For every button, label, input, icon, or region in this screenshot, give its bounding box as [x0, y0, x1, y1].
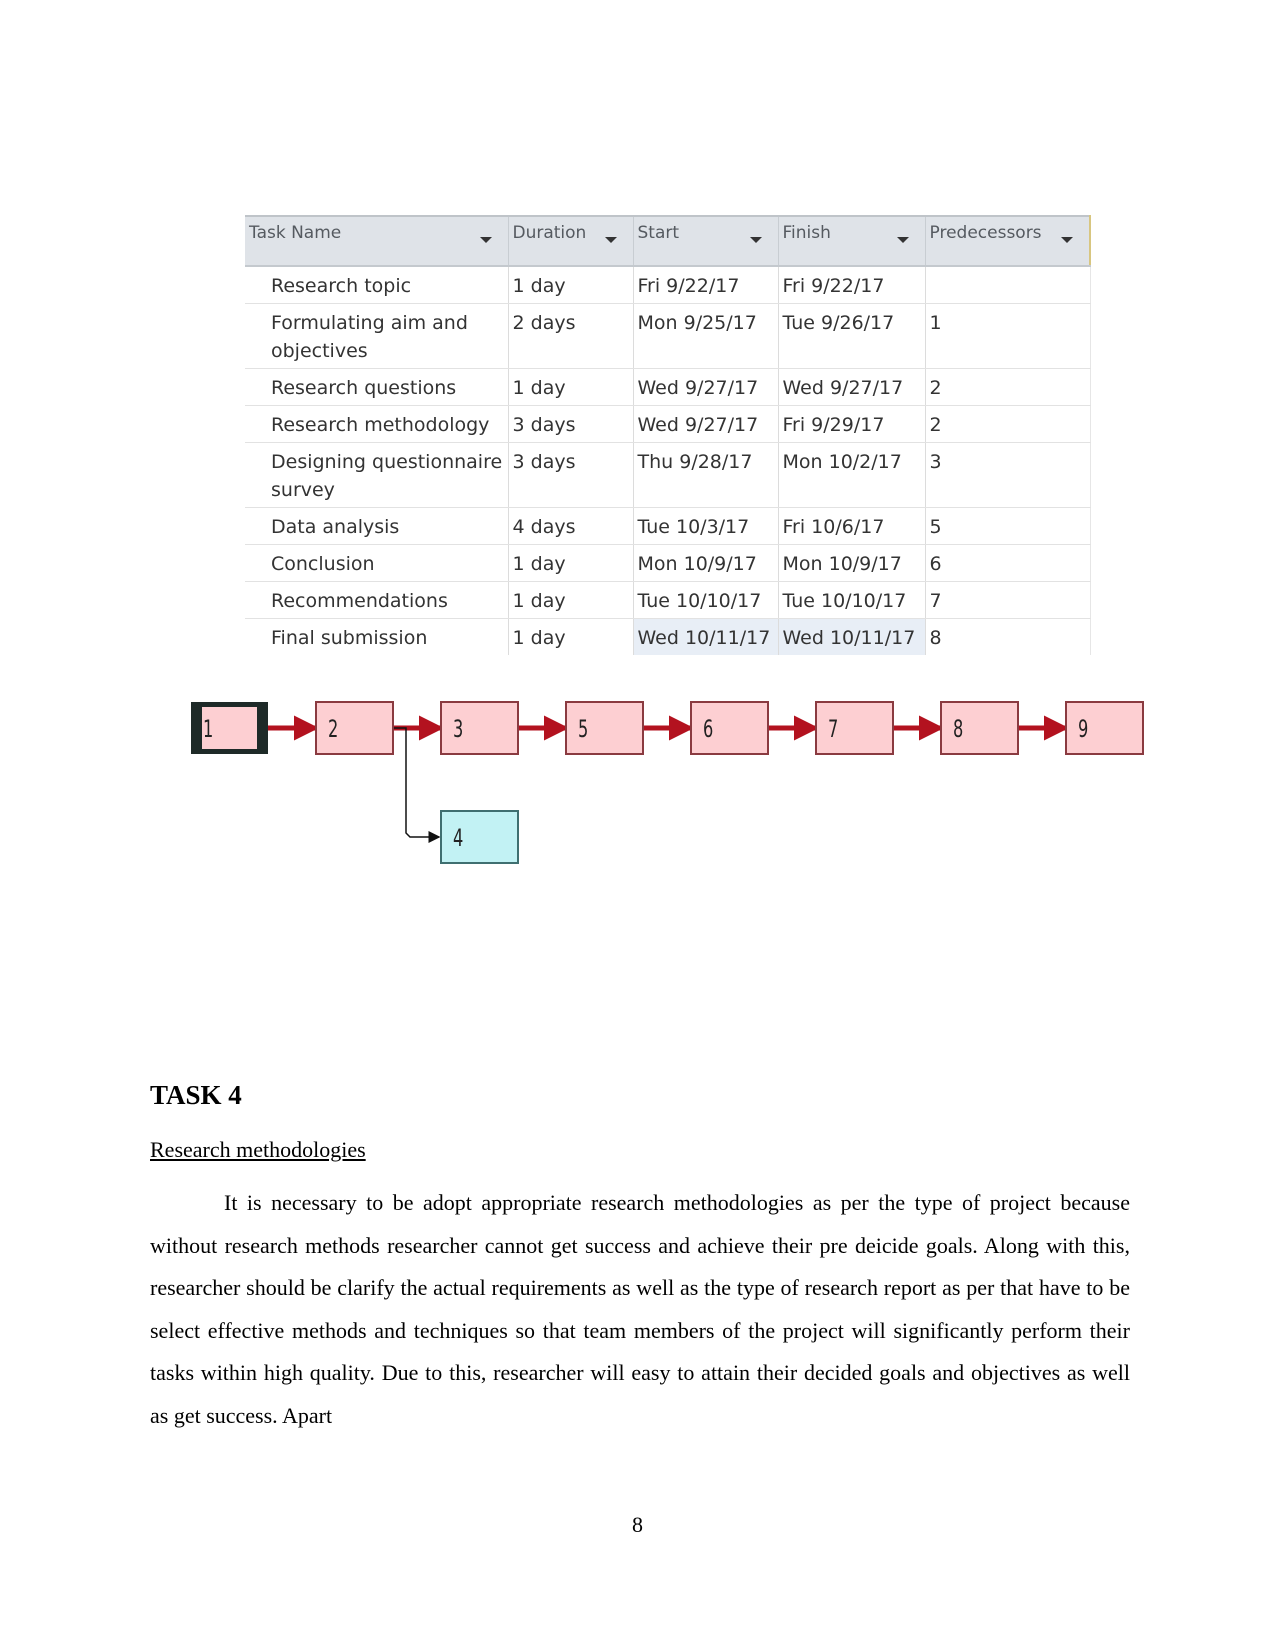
table-row[interactable]: Formulating aim and objectives 2 days Mon … [245, 303, 1091, 369]
table-row[interactable]: Research questions 1 day Wed 9/27/17 Wed 9/… [245, 368, 1091, 406]
dropdown-arrow-icon[interactable] [1061, 237, 1073, 243]
duration-cell[interactable]: 1 day [508, 544, 634, 582]
node-id-label: 7 [828, 716, 838, 744]
node-id-label: 3 [453, 716, 463, 744]
column-label: Duration [512, 223, 587, 243]
node-id-label: 8 [953, 716, 963, 744]
finish-cell[interactable]: Fri 10/6/17 [778, 507, 926, 545]
predecessors-cell[interactable]: 1 [925, 303, 1091, 369]
node-id-label: 5 [578, 716, 588, 744]
node-id-label: 4 [453, 825, 463, 853]
section-title: Research methodologies [150, 1137, 366, 1162]
start-cell[interactable]: Tue 10/10/17 [633, 581, 779, 619]
duration-cell[interactable]: 1 day [508, 368, 634, 406]
network-node-5[interactable]: 5 [565, 701, 644, 755]
task-name-cell[interactable]: Conclusion [245, 544, 509, 582]
table-row[interactable]: Designing questionnaire survey 3 days Thu … [245, 442, 1091, 508]
start-cell[interactable]: Mon 10/9/17 [633, 544, 779, 582]
column-header-predecessors[interactable]: Predecessors [925, 215, 1091, 267]
duration-cell[interactable]: 1 day [508, 266, 634, 304]
network-node-8[interactable]: 8 [940, 701, 1019, 755]
node-id-label: 1 [203, 716, 213, 744]
network-node-9[interactable]: 9 [1065, 701, 1144, 755]
node-id-label: 9 [1078, 716, 1088, 744]
node-id-label: 6 [703, 716, 713, 744]
finish-cell[interactable]: Tue 9/26/17 [778, 303, 926, 369]
column-header-finish[interactable]: Finish [778, 215, 926, 267]
start-cell[interactable]: Wed 9/27/17 [633, 368, 779, 406]
start-cell[interactable]: Tue 10/3/17 [633, 507, 779, 545]
task-name-cell[interactable]: Designing questionnaire survey [245, 442, 509, 508]
predecessors-cell[interactable]: 3 [925, 442, 1091, 508]
predecessors-cell[interactable]: 2 [925, 368, 1091, 406]
duration-cell[interactable]: 4 days [508, 507, 634, 545]
column-header-duration[interactable]: Duration [508, 215, 634, 267]
column-label: Task Name [249, 223, 342, 243]
network-diagram: 1 2 3 5 6 7 8 9 4 [191, 701, 1144, 864]
column-header-task-name[interactable]: Task Name [245, 215, 509, 267]
duration-cell[interactable]: 1 day [508, 581, 634, 619]
task-heading: TASK 4 [150, 1080, 242, 1110]
start-cell[interactable]: Fri 9/22/17 [633, 266, 779, 304]
dropdown-arrow-icon[interactable] [896, 237, 909, 243]
task-name-cell[interactable]: Recommendations [245, 581, 509, 619]
duration-cell[interactable]: 2 days [508, 303, 634, 369]
network-node-4[interactable]: 4 [440, 810, 519, 864]
task-name-cell[interactable]: Data analysis [245, 507, 509, 545]
network-node-1[interactable]: 1 [191, 702, 268, 754]
predecessors-cell[interactable] [925, 266, 1091, 304]
table-row[interactable]: Data analysis 4 days Tue 10/3/17 Fri 10/6/1… [245, 507, 1091, 545]
dropdown-arrow-icon[interactable] [604, 237, 617, 243]
finish-cell[interactable]: Mon 10/9/17 [778, 544, 926, 582]
column-label: Predecessors [929, 223, 1042, 243]
table-row[interactable]: Conclusion 1 day Mon 10/9/17 Mon 10/9/17 6 [245, 544, 1091, 582]
task-name-cell[interactable]: Research questions [245, 368, 509, 406]
finish-cell[interactable]: Wed 9/27/17 [778, 368, 926, 406]
column-label: Start [637, 223, 680, 243]
table-row[interactable]: Research topic 1 day Fri 9/22/17 Fri 9/22/1… [245, 266, 1091, 304]
finish-cell[interactable]: Fri 9/29/17 [778, 405, 926, 443]
start-cell[interactable]: Mon 9/25/17 [633, 303, 779, 369]
predecessors-cell[interactable]: 7 [925, 581, 1091, 619]
network-node-3[interactable]: 3 [440, 701, 519, 755]
body-paragraph: It is necessary to be adopt appropriate … [150, 1190, 1130, 1428]
network-node-2[interactable]: 2 [315, 701, 394, 755]
dependency-arrow [393, 727, 441, 843]
dropdown-arrow-icon[interactable] [749, 237, 762, 243]
table-row[interactable]: Research methodology 3 days Wed 9/27/17 Fri… [245, 405, 1091, 443]
table-row[interactable]: Recommendations 1 day Tue 10/10/17 Tue 10/1… [245, 581, 1091, 619]
node-id-label: 2 [328, 716, 338, 744]
start-cell[interactable]: Wed 9/27/17 [633, 405, 779, 443]
predecessors-cell[interactable]: 6 [925, 544, 1091, 582]
task-name-cell[interactable]: Research methodology [245, 405, 509, 443]
table-header-row: Task Name Duration Start Finish Predeces… [245, 215, 1091, 267]
dropdown-arrow-icon[interactable] [479, 237, 492, 243]
page-number: 8 [632, 1512, 643, 1537]
task-name-cell[interactable]: Research topic [245, 266, 509, 304]
finish-cell[interactable]: Fri 9/22/17 [778, 266, 926, 304]
predecessors-cell[interactable]: 2 [925, 405, 1091, 443]
predecessors-cell[interactable]: 5 [925, 507, 1091, 545]
column-header-start[interactable]: Start [633, 215, 779, 267]
duration-cell[interactable]: 3 days [508, 442, 634, 508]
network-node-6[interactable]: 6 [690, 701, 769, 755]
network-node-7[interactable]: 7 [815, 701, 894, 755]
duration-cell[interactable]: 3 days [508, 405, 634, 443]
project-schedule-table: Task Name Duration Start Finish Predeces… [245, 215, 1091, 655]
finish-cell[interactable]: Tue 10/10/17 [778, 581, 926, 619]
start-cell[interactable]: Thu 9/28/17 [633, 442, 779, 508]
task-name-cell[interactable]: Formulating aim and objectives [245, 303, 509, 369]
column-label: Finish [782, 223, 831, 243]
finish-cell[interactable]: Mon 10/2/17 [778, 442, 926, 508]
